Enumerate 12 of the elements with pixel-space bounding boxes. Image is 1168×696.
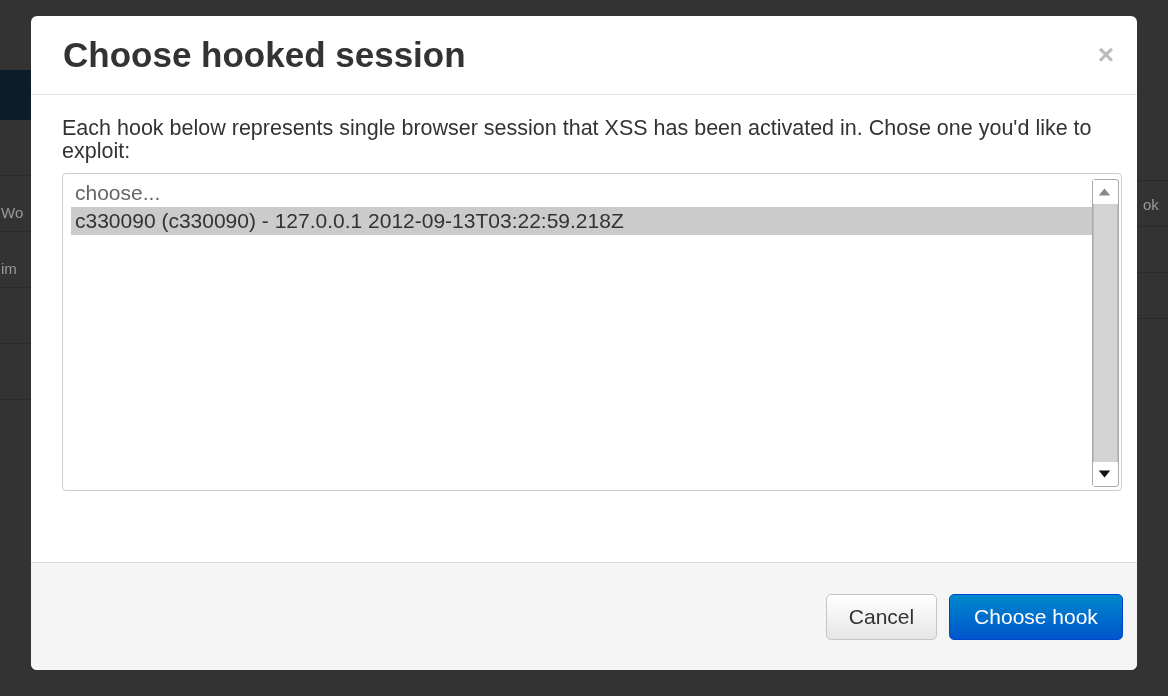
choose-hook-button[interactable]: Choose hook: [949, 593, 1123, 640]
list-option[interactable]: choose...: [71, 179, 1092, 207]
session-listbox[interactable]: choose... c330090 (c330090) - 127.0.0.1 2012-09-13T03:22:59.218Z: [62, 173, 1122, 491]
table-cell: ok: [1143, 195, 1159, 215]
scrollbar[interactable]: [1092, 179, 1119, 487]
dialog-message: Each hook below represents single browser session that XSS has been activated in. Chose one you'd like to exploit:: [62, 117, 1093, 163]
table-cell: Wo: [1, 203, 24, 223]
cancel-button[interactable]: Cancel: [826, 593, 937, 640]
table-cell: im: [1, 259, 17, 279]
list-option[interactable]: c330090 (c330090) - 127.0.0.1 2012-09-13T03:22:59.218Z: [71, 207, 1092, 235]
navbar: [0, 70, 31, 120]
dialog-title: Choose hooked session: [63, 35, 466, 75]
